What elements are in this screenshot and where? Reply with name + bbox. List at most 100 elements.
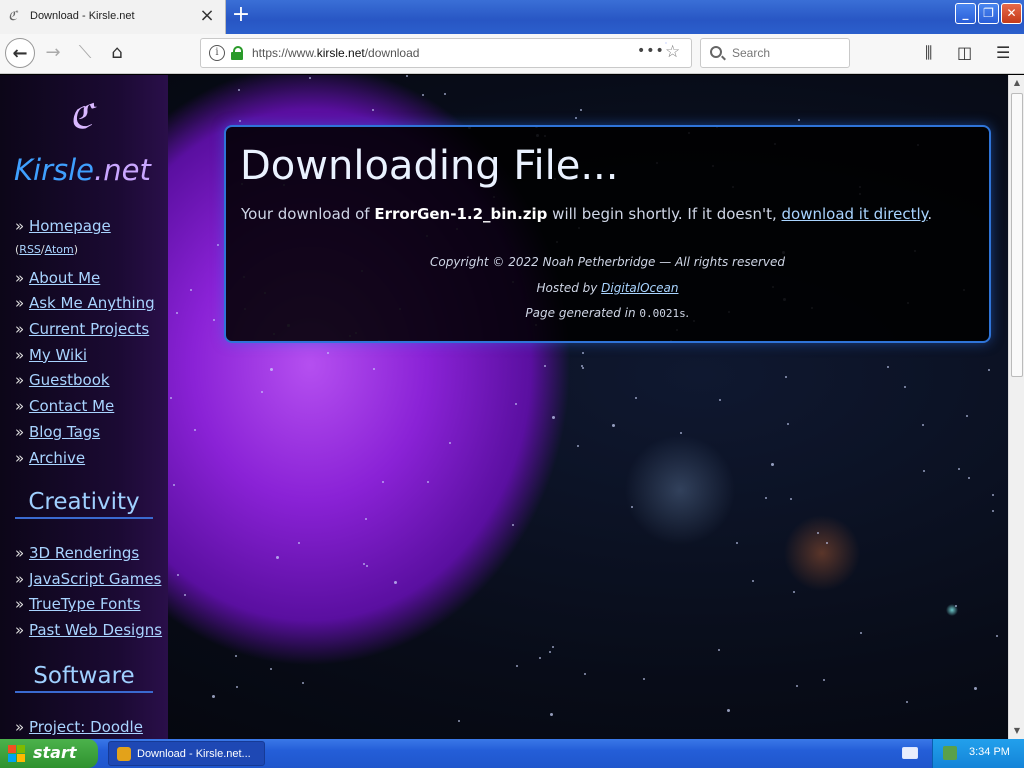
minimize-button[interactable]: _ xyxy=(955,3,976,24)
bookmark-star-icon[interactable]: ☆ xyxy=(665,42,680,62)
nav-link-tags[interactable]: Blog Tags xyxy=(29,423,100,441)
nav-link-ama[interactable]: Ask Me Anything xyxy=(29,294,155,312)
nav-item-fonts: » TrueType Fonts xyxy=(15,595,162,621)
nav-link-doodle[interactable]: Project: Doodle xyxy=(29,718,143,736)
main-nav: » Homepage (RSS/Atom) » About Me » Ask M… xyxy=(15,217,155,474)
nav-link-games[interactable]: JavaScript Games xyxy=(29,570,161,588)
tab-download[interactable]: ℭ Download - Kirsle.net × xyxy=(0,0,226,34)
nav-item-projects: » Current Projects xyxy=(15,320,155,346)
hosted-pre: Hosted by xyxy=(536,281,602,295)
star-dot xyxy=(630,505,633,508)
library-icon[interactable]: ⫼ xyxy=(925,43,932,63)
lock-icon xyxy=(231,46,243,60)
star-dot xyxy=(422,94,425,97)
tab-close-icon[interactable]: × xyxy=(198,7,216,25)
nav-link-archive[interactable]: Archive xyxy=(29,449,85,467)
star-dot xyxy=(785,376,788,379)
page-scrollbar[interactable]: ▲ ▼ xyxy=(1008,75,1024,739)
site-logo-icon[interactable]: ℭ xyxy=(60,97,102,139)
url-path: /download xyxy=(364,46,420,60)
bullet: » xyxy=(15,345,25,364)
page-actions-icon[interactable]: ••• xyxy=(637,43,665,59)
start-button[interactable]: start xyxy=(0,739,98,768)
star-dot xyxy=(405,75,408,78)
bullet: » xyxy=(15,569,25,588)
nav-item-doodle: » Project: Doodle xyxy=(15,718,143,739)
keyboard-icon[interactable] xyxy=(902,747,918,759)
scroll-down-icon[interactable]: ▼ xyxy=(1010,723,1024,739)
forward-button[interactable]: → xyxy=(38,38,68,68)
tab-title: Download - Kirsle.net xyxy=(30,10,135,22)
generated-pre: Page generated in xyxy=(525,306,640,320)
star-dot xyxy=(968,477,971,480)
nav-link-3d[interactable]: 3D Renderings xyxy=(29,544,139,562)
star-dot xyxy=(260,390,263,393)
nav-link-homepage[interactable]: Homepage xyxy=(29,217,111,235)
star-dot xyxy=(922,423,925,426)
scroll-thumb[interactable] xyxy=(1011,93,1023,377)
scroll-up-icon[interactable]: ▲ xyxy=(1010,75,1024,91)
bullet: » xyxy=(15,448,25,467)
star-dot xyxy=(548,650,551,653)
nav-link-fonts[interactable]: TrueType Fonts xyxy=(29,595,141,613)
star-dot xyxy=(212,318,215,321)
star-dot xyxy=(973,686,977,690)
msg-end: . xyxy=(927,205,933,223)
nav-link-about[interactable]: About Me xyxy=(29,269,100,287)
firefox-icon xyxy=(117,747,131,761)
star-dot xyxy=(237,88,240,91)
star-dot xyxy=(550,713,554,717)
reload-icon[interactable]: ⟍ xyxy=(70,38,100,68)
star-dot xyxy=(427,481,430,484)
search-input[interactable]: Search xyxy=(700,38,850,68)
digitalocean-link[interactable]: DigitalOcean xyxy=(601,281,678,295)
site-brand[interactable]: Kirsle.net xyxy=(14,153,151,187)
star-dot xyxy=(786,423,789,425)
url-text[interactable]: https://www.kirsle.net/download xyxy=(252,46,419,60)
star-dot xyxy=(751,580,754,583)
info-icon[interactable]: i xyxy=(209,45,225,61)
address-bar[interactable]: i https://www.kirsle.net/download ••• ☆ xyxy=(200,38,692,68)
nav-link-guestbook[interactable]: Guestbook xyxy=(29,371,110,389)
creativity-nav: » 3D Renderings » JavaScript Games » Tru… xyxy=(15,544,162,647)
nav-link-designs[interactable]: Past Web Designs xyxy=(29,621,162,639)
home-button[interactable]: ⌂ xyxy=(102,38,132,68)
network-icon[interactable] xyxy=(943,746,957,760)
star-dot xyxy=(194,429,197,432)
star-dot xyxy=(448,442,451,445)
new-tab-button[interactable]: + xyxy=(229,4,253,28)
search-placeholder: Search xyxy=(732,46,771,60)
copyright-text: Copyright © 2022 Noah Petherbridge — All… xyxy=(429,255,786,269)
star-dot xyxy=(726,709,730,713)
nav-link-contact[interactable]: Contact Me xyxy=(29,397,114,415)
star-dot xyxy=(173,483,176,486)
sidebar-icon[interactable]: ◫ xyxy=(957,43,972,62)
nav-link-projects[interactable]: Current Projects xyxy=(29,320,149,338)
atom-link[interactable]: Atom xyxy=(45,243,74,256)
star-dot xyxy=(372,108,375,111)
rss-link[interactable]: RSS xyxy=(19,243,41,256)
page-generated: Page generated in 0.0021s. xyxy=(226,306,989,320)
star-dot xyxy=(189,288,192,291)
star-dot xyxy=(887,366,890,369)
star-dot xyxy=(643,678,646,680)
star-dot xyxy=(394,580,398,584)
msg-pre: Your download of xyxy=(241,205,375,223)
star-dot xyxy=(302,682,305,685)
nav-item-guestbook: » Guestbook xyxy=(15,371,155,397)
direct-download-link[interactable]: download it directly xyxy=(782,205,928,223)
star-dot xyxy=(582,367,585,370)
nav-item-tags: » Blog Tags xyxy=(15,423,155,449)
window-close-button[interactable]: ✕ xyxy=(1001,3,1022,24)
nav-link-wiki[interactable]: My Wiki xyxy=(29,346,87,364)
star-dot xyxy=(516,665,519,668)
back-button[interactable]: ← xyxy=(5,38,35,68)
star-dot xyxy=(363,563,366,566)
hamburger-menu-icon[interactable]: ☰ xyxy=(996,43,1010,62)
maximize-button[interactable]: ❐ xyxy=(978,3,999,24)
taskbar-item-browser[interactable]: Download - Kirsle.net... xyxy=(108,741,265,766)
star-dot xyxy=(823,678,826,681)
brand-main: Kirsle xyxy=(14,153,95,187)
star-dot xyxy=(238,120,241,123)
star-dot xyxy=(382,481,385,484)
